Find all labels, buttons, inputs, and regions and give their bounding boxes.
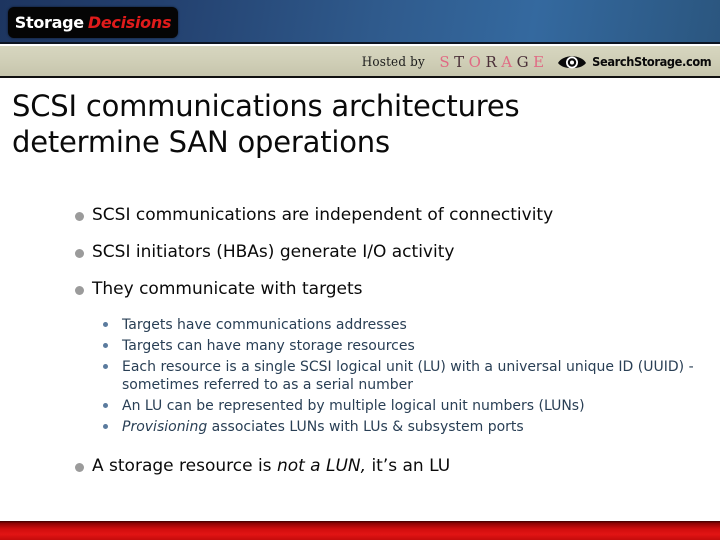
- bullet-list: SCSI communications are independent of c…: [0, 205, 720, 477]
- wordmark-letter-o: O: [468, 52, 482, 71]
- bullet-item: They communicate with targets: [0, 279, 720, 300]
- hosted-by-row: Hosted by S T O R A G E SearchStorage.co…: [359, 46, 714, 78]
- sub-bullet-item: Each resource is a single SCSI logical u…: [0, 358, 720, 394]
- brand-text: Storage Decisions: [14, 13, 172, 32]
- wordmark-letter-e: E: [533, 52, 545, 71]
- sub-bullet-item: Targets have communications addresses: [0, 316, 720, 334]
- storage-decisions-logo: Storage Decisions: [8, 7, 178, 38]
- storage-wordmark: S T O R A G E: [437, 52, 546, 71]
- header-blue-bar: Storage Decisions: [0, 0, 720, 44]
- brand-decisions-word: Decisions: [87, 13, 172, 32]
- eye-icon: [557, 56, 586, 69]
- hosted-by-label: Hosted by: [361, 54, 425, 70]
- bullet-item: SCSI initiators (HBAs) generate I/O acti…: [0, 242, 720, 263]
- page-title: SCSI communications architectures determ…: [12, 89, 520, 159]
- footer-red-bar: [0, 521, 720, 540]
- final-bullet-before: A storage resource is: [92, 456, 277, 476]
- sub-bullet-list: Targets have communications addresses Ta…: [0, 316, 720, 436]
- wordmark-letter-g: G: [516, 52, 530, 71]
- slide: Storage Decisions Hosted by S T O R A G E: [0, 0, 720, 540]
- wordmark-letter-s: S: [439, 52, 451, 71]
- searchstorage-name: SearchStorage.com: [591, 55, 712, 69]
- provisioning-rest: associates LUNs with LUs & subsystem por…: [207, 419, 524, 435]
- sub-bullet-item: An LU can be represented by multiple log…: [0, 397, 720, 415]
- final-bullet-after: it’s an LU: [366, 456, 451, 476]
- final-bullet-emphasis: not a LUN,: [276, 456, 367, 476]
- brand-storage-word: Storage: [14, 13, 84, 32]
- sub-bullet-item-provisioning: Provisioning associates LUNs with LUs & …: [0, 418, 720, 436]
- searchstorage-logo: SearchStorage.com: [557, 52, 714, 72]
- provisioning-emphasis: Provisioning: [122, 419, 208, 435]
- header-beige-bar: Hosted by S T O R A G E SearchStorage.co…: [0, 46, 720, 78]
- sub-bullet-item: Targets can have many storage resources: [0, 337, 720, 355]
- wordmark-letter-r: R: [485, 52, 498, 71]
- bullet-item: SCSI communications are independent of c…: [0, 205, 720, 226]
- wordmark-letter-t: T: [454, 52, 465, 71]
- wordmark-letter-a: A: [501, 52, 513, 71]
- final-bullet-item: A storage resource is not a LUN, it’s an…: [0, 456, 720, 477]
